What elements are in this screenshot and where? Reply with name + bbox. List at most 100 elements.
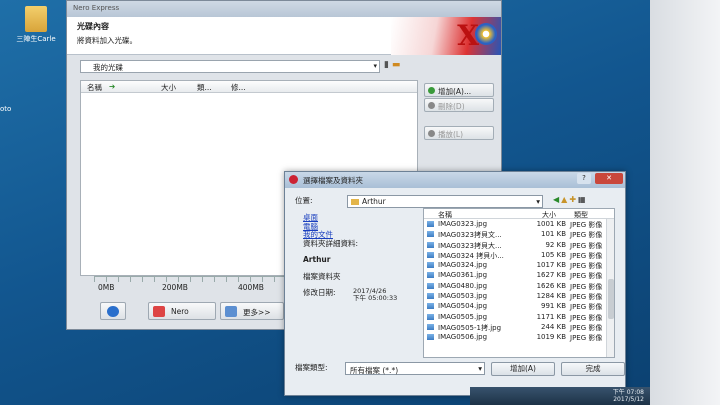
folder-icon <box>25 6 47 32</box>
clock-time: 下午 07:08 <box>612 389 644 396</box>
file-row[interactable]: IMAG0323拷貝文... 101 KB JPEG 影像 <box>424 229 614 239</box>
file-name: IMAG0480.jpg <box>438 281 488 290</box>
delete-button-label: 刪除(D) <box>438 102 465 111</box>
new-folder-icon[interactable]: ✚ <box>569 195 578 204</box>
help-icon[interactable]: ? <box>577 173 591 184</box>
file-name: IMAG0361.jpg <box>438 271 488 280</box>
file-row[interactable]: IMAG0504.jpg 991 KB JPEG 影像 <box>424 301 614 311</box>
places-panel: 桌面 電腦 我的文件 資料夾詳細資料: Arthur 檔案資料夾 修改日期: 2… <box>303 213 413 354</box>
file-row[interactable]: IMAG0361.jpg 1627 KB JPEG 影像 <box>424 270 614 280</box>
file-size: 244 KB <box>541 322 566 331</box>
file-size: 105 KB <box>541 250 566 259</box>
delete-button[interactable]: 刪除(D) <box>424 98 494 112</box>
disc-name-field[interactable]: 我的光碟 ▾ <box>80 60 380 73</box>
more-button[interactable]: 更多>> <box>220 302 284 320</box>
file-list-header: 名稱 大小 類型 <box>424 209 614 219</box>
dialog-add-button[interactable]: 增加(A) <box>491 362 555 376</box>
modified-time: 下午 05:00:33 <box>353 294 398 302</box>
file-row[interactable]: IMAG0324 拷貝小... 105 KB JPEG 影像 <box>424 250 614 260</box>
file-row[interactable]: IMAG0324.jpg 1017 KB JPEG 影像 <box>424 260 614 270</box>
file-size: 1017 KB <box>536 261 566 270</box>
file-type-dropdown[interactable]: 所有檔案 (*.*) ▾ <box>345 362 485 375</box>
nero-button[interactable]: Nero <box>148 302 216 320</box>
file-type-row: 檔案類型: 所有檔案 (*.*) ▾ 增加(A) 完成 <box>295 362 625 376</box>
col-name[interactable]: 名稱 <box>87 82 102 93</box>
image-file-icon <box>427 221 434 227</box>
place-desktop[interactable]: 桌面 <box>303 213 413 223</box>
file-list-scrollbar[interactable] <box>606 219 614 357</box>
help-button[interactable] <box>100 302 126 320</box>
back-icon[interactable]: ◀ <box>553 195 561 204</box>
scrollbar-thumb[interactable] <box>608 279 614 319</box>
location-dropdown[interactable]: Arthur ▾ <box>347 195 543 208</box>
col-type[interactable]: 類... <box>197 82 212 93</box>
file-size: 1019 KB <box>536 333 566 342</box>
file-name: IMAG0503.jpg <box>438 292 488 301</box>
file-row[interactable]: IMAG0480.jpg 1626 KB JPEG 影像 <box>424 281 614 291</box>
monitor-bezel <box>650 0 720 405</box>
chevron-down-icon[interactable]: ▾ <box>478 364 482 373</box>
help-icon <box>107 306 119 317</box>
modified-label: 修改日期: <box>303 288 336 297</box>
location-label: 位置: <box>295 196 313 205</box>
folder-open-icon[interactable]: ▬ <box>392 60 401 70</box>
play-icon <box>428 130 435 137</box>
image-file-icon <box>427 293 434 300</box>
location-value: Arthur <box>362 197 386 206</box>
file-size: 101 KB <box>541 230 566 239</box>
nero-bottom-bar: Nero 更多>> <box>100 300 300 322</box>
image-file-icon <box>427 251 434 258</box>
nero-logo: X <box>391 17 501 55</box>
select-files-dialog: 選擇檔案及資料夾 ? ✕ 位置: Arthur ▾ ◀▲✚▦ 桌面 電腦 我的文… <box>284 171 626 396</box>
list-header: 名稱 ➔ 大小 類... 修... <box>81 81 417 93</box>
drive-row: 我的光碟 ▾ ▮ ▬ <box>80 60 410 74</box>
file-row[interactable]: IMAG0323.jpg 1001 KB JPEG 影像 <box>424 219 614 229</box>
add-icon <box>428 87 435 94</box>
image-file-icon <box>427 231 434 238</box>
image-file-icon <box>427 241 434 248</box>
file-size: 1627 KB <box>536 271 566 280</box>
add-button[interactable]: 增加(A)... <box>424 83 494 97</box>
file-size: 1001 KB <box>536 220 566 228</box>
drive-tool-icons[interactable]: ▮ ▬ <box>384 60 400 70</box>
nero-title-bar[interactable]: Nero Express <box>67 1 501 17</box>
image-file-icon <box>427 323 434 330</box>
file-size: 92 KB <box>545 240 566 249</box>
view-menu-icon[interactable]: ▦ <box>578 195 588 204</box>
nero-small-icon <box>289 175 298 184</box>
file-size: 1171 KB <box>536 312 566 321</box>
folder-name: Arthur <box>303 255 331 264</box>
more-button-label: 更多>> <box>243 308 271 317</box>
file-size: 991 KB <box>541 302 566 311</box>
modified-info: 修改日期: 2017/4/26 下午 05:00:33 <box>303 287 413 309</box>
image-file-icon <box>427 303 434 310</box>
file-row[interactable]: IMAG0505-1拷.jpg 244 KB JPEG 影像 <box>424 322 614 332</box>
file-row[interactable]: IMAG0505.jpg 1171 KB JPEG 影像 <box>424 312 614 322</box>
col-size[interactable]: 大小 <box>161 82 176 93</box>
col-modified[interactable]: 修... <box>231 82 246 93</box>
chevron-down-icon[interactable]: ▾ <box>536 197 540 206</box>
dialog-title-bar[interactable]: 選擇檔案及資料夾 ? ✕ <box>285 172 625 188</box>
file-row[interactable]: IMAG0506.jpg 1019 KB JPEG 影像 <box>424 332 614 342</box>
nero-header: 光碟內容 將資料加入光碟。 X <box>67 17 501 55</box>
drive-icon[interactable]: ▮ <box>384 60 389 70</box>
file-row[interactable]: IMAG0503.jpg 1284 KB JPEG 影像 <box>424 291 614 301</box>
desktop-icon[interactable]: 三陣生Carle <box>14 6 58 44</box>
file-list[interactable]: 名稱 大小 類型 IMAG0323.jpg 1001 KB JPEG 影像 IMAG0… <box>423 208 615 358</box>
play-button[interactable]: 播放(L) <box>424 126 494 140</box>
desktop-text-fragment: oto <box>0 105 12 113</box>
sort-arrow-icon: ➔ <box>109 82 116 91</box>
capacity-label-0: 0MB <box>98 283 115 292</box>
file-row[interactable]: IMAG0323拷貝大... 92 KB JPEG 影像 <box>424 240 614 250</box>
dialog-close-button[interactable]: 完成 <box>561 362 625 376</box>
taskbar-clock[interactable]: 下午 07:08 2017/5/12 <box>613 389 644 403</box>
chevron-down-icon[interactable]: ▾ <box>373 62 377 70</box>
desktop-icon-label: 三陣生Carle <box>16 35 56 43</box>
nero-icon <box>153 306 165 317</box>
close-icon[interactable]: ✕ <box>595 173 623 184</box>
play-button-label: 播放(L) <box>438 130 464 139</box>
file-rows: IMAG0323.jpg 1001 KB JPEG 影像 IMAG0323拷貝文...… <box>424 219 614 343</box>
file-name: IMAG0506.jpg <box>438 333 488 342</box>
file-name: IMAG0505.jpg <box>438 312 488 321</box>
image-file-icon <box>427 272 434 279</box>
